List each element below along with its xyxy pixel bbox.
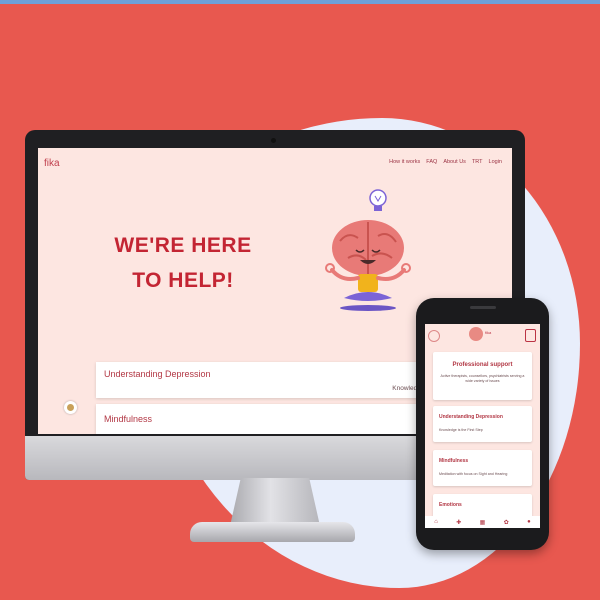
card-title: Mindfulness — [439, 458, 469, 464]
mobile-card-professional-support[interactable]: Professional support Active therapists, … — [433, 352, 532, 400]
card-mindfulness[interactable]: Mindfulness — [96, 404, 436, 434]
monitor-stand-base — [190, 522, 355, 542]
mobile-logo: fika — [485, 330, 492, 335]
avatar-icon[interactable] — [428, 330, 440, 342]
mood-button[interactable] — [64, 401, 77, 414]
nav-how-it-works[interactable]: How it works — [389, 159, 420, 165]
card-subtitle: Active therapists, counsellors, psychiat… — [440, 374, 525, 383]
mood-icon — [67, 404, 74, 411]
meditating-brain-illustration — [325, 189, 411, 311]
hero-title: WE'RE HERE TO HELP! — [114, 234, 252, 292]
nav-trt[interactable]: TRT — [472, 159, 483, 165]
journal-icon[interactable] — [525, 329, 536, 342]
home-icon[interactable]: ⌂ — [434, 519, 438, 525]
mobile-phone: fika Professional support Active therapi… — [416, 298, 549, 550]
card-title: Understanding Depression — [439, 414, 503, 420]
card-title: Emotions — [439, 502, 462, 508]
mobile-logo-icon — [469, 327, 483, 341]
mobile-header: fika — [425, 324, 540, 346]
mobile-card-understanding-depression[interactable]: Understanding Depression Knowledge is th… — [433, 406, 532, 442]
site-logo[interactable]: fika — [44, 158, 60, 169]
card-subtitle: Meditation with focus on Sight and Heari… — [439, 472, 508, 476]
card-subtitle: Knowledge is the First Step — [439, 428, 483, 432]
phone-speaker — [470, 306, 496, 309]
grid-icon[interactable]: ▦ — [480, 519, 486, 526]
nav-login[interactable]: Login — [489, 159, 502, 165]
top-strip — [0, 0, 600, 4]
monitor-stand-neck — [230, 478, 320, 526]
webcam — [271, 138, 276, 143]
nav-faq[interactable]: FAQ — [426, 159, 437, 165]
card-understanding-depression[interactable]: Understanding Depression Knowledge is fi — [96, 362, 436, 398]
yoga-icon[interactable]: ✿ — [504, 519, 509, 526]
mobile-card-mindfulness[interactable]: Mindfulness Meditation with focus on Sig… — [433, 450, 532, 486]
nav-about-us[interactable]: About Us — [443, 159, 466, 165]
card-title: Mindfulness — [104, 414, 153, 424]
card-title: Professional support — [452, 362, 513, 368]
site-nav: How it works FAQ About Us TRT Login — [389, 159, 502, 165]
card-title: Understanding Depression — [104, 369, 211, 379]
mobile-bottom-nav: ⌂ ✚ ▦ ✿ ● — [425, 516, 540, 528]
phone-screen: fika Professional support Active therapi… — [425, 324, 540, 528]
puzzle-icon[interactable]: ✚ — [456, 519, 461, 526]
profile-icon[interactable]: ● — [527, 519, 531, 525]
